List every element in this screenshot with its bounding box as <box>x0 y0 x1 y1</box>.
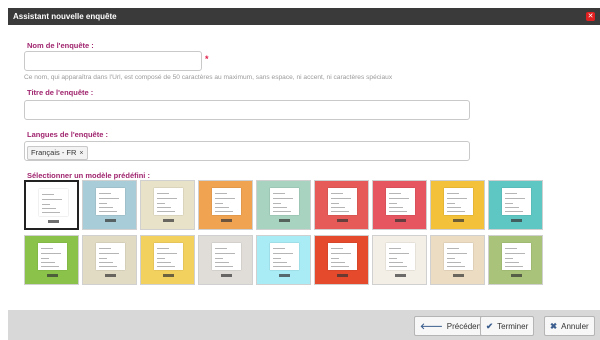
template-preview-button <box>453 219 464 222</box>
template-thumbnail[interactable] <box>140 235 195 285</box>
template-preview <box>212 243 241 270</box>
template-preview-button <box>511 274 522 277</box>
template-preview-button <box>48 220 59 223</box>
template-thumbnail[interactable] <box>82 235 137 285</box>
required-mark: * <box>205 54 209 64</box>
dialog-footer: 🡐 Précédent ✔ Terminer ✖ Annuler <box>8 310 600 340</box>
template-preview <box>270 243 299 270</box>
template-preview-button <box>163 274 174 277</box>
survey-name-hint: Ce nom, qui apparaîtra dans l'Url, est c… <box>24 74 393 81</box>
remove-tag-icon[interactable]: × <box>79 150 83 157</box>
template-thumbnail[interactable] <box>372 180 427 230</box>
languages-input[interactable] <box>24 141 470 161</box>
template-preview <box>328 243 357 270</box>
template-preview-button <box>105 219 116 222</box>
check-icon: ✔ <box>486 321 494 331</box>
template-preview <box>328 188 357 215</box>
finish-button[interactable]: ✔ Terminer <box>480 316 535 336</box>
template-thumbnail[interactable] <box>24 180 79 230</box>
template-preview <box>96 188 125 215</box>
template-thumbnail[interactable] <box>314 235 369 285</box>
template-preview <box>502 188 531 215</box>
template-preview <box>39 189 68 216</box>
template-preview-button <box>221 274 232 277</box>
template-preview-button <box>511 219 522 222</box>
template-preview <box>96 243 125 270</box>
template-preview-button <box>105 274 116 277</box>
template-thumbnail[interactable] <box>430 235 485 285</box>
arrow-left-icon: 🡐 <box>420 321 443 331</box>
template-preview <box>444 188 473 215</box>
template-preview <box>270 188 299 215</box>
template-thumbnail[interactable] <box>140 180 195 230</box>
template-thumbnail[interactable] <box>314 180 369 230</box>
language-tag-label: Français - FR <box>31 148 77 157</box>
template-preview <box>154 243 183 270</box>
template-preview-button <box>453 274 464 277</box>
template-preview <box>386 188 415 215</box>
template-preview-button <box>163 219 174 222</box>
language-tag: Français - FR × <box>27 146 88 160</box>
template-preview-button <box>279 274 290 277</box>
template-preview-button <box>221 219 232 222</box>
template-thumbnail[interactable] <box>82 180 137 230</box>
dialog-titlebar: Assistant nouvelle enquête ✕ <box>8 8 600 25</box>
template-thumbnail[interactable] <box>198 235 253 285</box>
template-preview-button <box>337 219 348 222</box>
template-thumbnail[interactable] <box>24 235 79 285</box>
template-thumbnail[interactable] <box>488 180 543 230</box>
template-preview-button <box>279 219 290 222</box>
previous-button[interactable]: 🡐 Précédent <box>414 316 490 336</box>
template-preview-button <box>395 219 406 222</box>
template-preview <box>212 188 241 215</box>
x-icon: ✖ <box>550 321 558 331</box>
template-preview-button <box>337 274 348 277</box>
template-preview <box>38 243 67 270</box>
finish-button-label: Terminer <box>497 322 529 331</box>
close-icon[interactable]: ✕ <box>586 12 595 21</box>
template-preview <box>444 243 473 270</box>
template-preview <box>154 188 183 215</box>
previous-button-label: Précédent <box>446 322 484 331</box>
survey-languages-label: Langues de l'enquête : <box>27 130 108 139</box>
template-label: Sélectionner un modèle prédéfini : <box>27 171 150 180</box>
survey-title-label: Titre de l'enquête : <box>27 88 94 97</box>
template-thumbnail[interactable] <box>198 180 253 230</box>
survey-wizard-dialog: Assistant nouvelle enquête ✕ Nom de l'en… <box>0 0 600 340</box>
template-preview-button <box>47 274 58 277</box>
template-thumbnail[interactable] <box>256 235 311 285</box>
template-thumbnail[interactable] <box>372 235 427 285</box>
template-thumbnail[interactable] <box>256 180 311 230</box>
template-preview <box>502 243 531 270</box>
template-thumbnail[interactable] <box>488 235 543 285</box>
cancel-button-label: Annuler <box>561 322 589 331</box>
template-preview <box>386 243 415 270</box>
dialog-title: Assistant nouvelle enquête <box>13 12 117 21</box>
template-thumbnail[interactable] <box>430 180 485 230</box>
survey-name-label: Nom de l'enquête : <box>27 41 94 50</box>
survey-title-input[interactable] <box>24 100 470 120</box>
template-preview-button <box>395 274 406 277</box>
survey-name-input[interactable] <box>24 51 202 71</box>
cancel-button[interactable]: ✖ Annuler <box>544 316 595 336</box>
